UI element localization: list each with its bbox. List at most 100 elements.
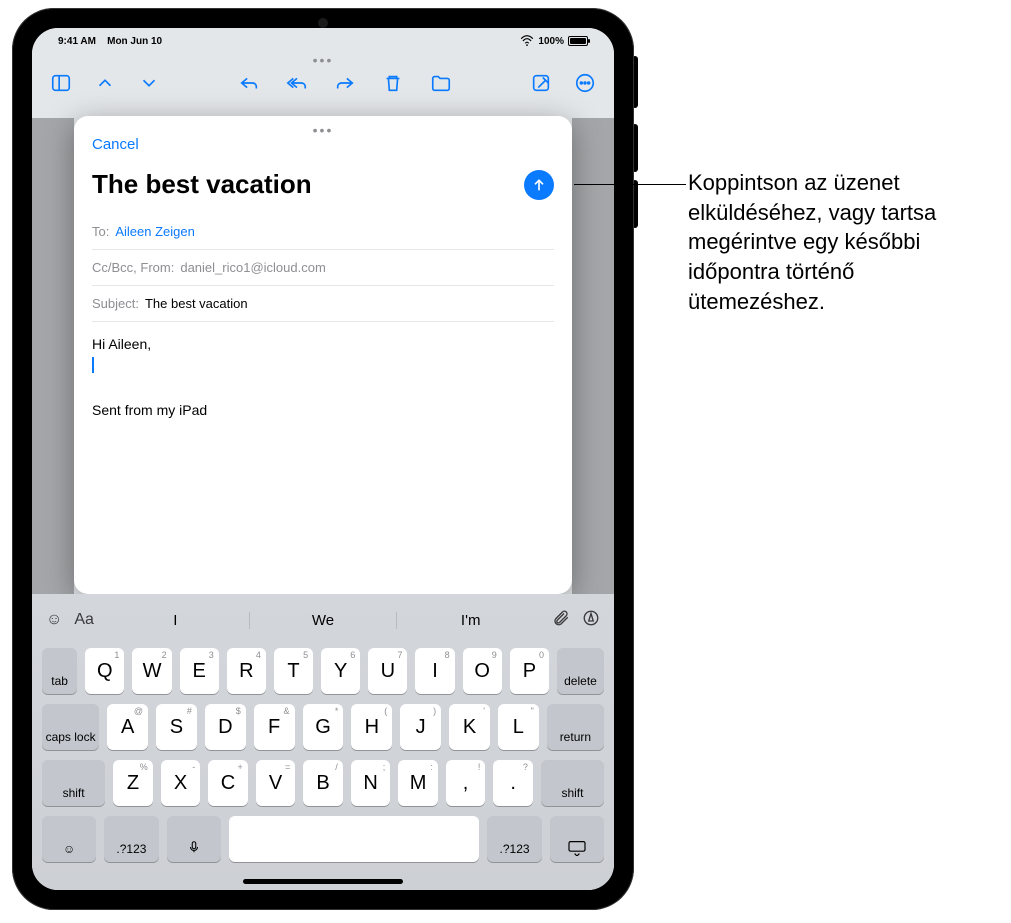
key-m[interactable]: M: bbox=[398, 760, 438, 806]
key-hide-keyboard-icon[interactable] bbox=[550, 816, 604, 862]
key-x[interactable]: X- bbox=[161, 760, 201, 806]
key-sub: 9 bbox=[492, 650, 497, 660]
ccbcc-label: Cc/Bcc, From: bbox=[92, 260, 174, 275]
to-recipient[interactable]: Aileen Zeigen bbox=[115, 224, 195, 239]
key-r[interactable]: R4 bbox=[227, 648, 266, 694]
key-caps-lock[interactable]: caps lock bbox=[42, 704, 99, 750]
modal-dim-right bbox=[572, 118, 614, 594]
text-cursor bbox=[92, 357, 94, 373]
key-sub: 4 bbox=[256, 650, 261, 660]
emoji-picker-icon[interactable]: ☺︎ bbox=[46, 611, 62, 629]
mail-toolbar bbox=[32, 64, 614, 102]
compose-new-icon[interactable] bbox=[530, 72, 552, 94]
front-camera bbox=[318, 18, 328, 28]
key-.[interactable]: .? bbox=[493, 760, 533, 806]
key-sub: + bbox=[238, 762, 243, 772]
next-message-icon[interactable] bbox=[138, 72, 160, 94]
key-h[interactable]: H( bbox=[351, 704, 392, 750]
compose-sheet: ••• Cancel The best vacation To: Aileen … bbox=[74, 116, 572, 594]
key-row-3: shift Z%X-C+V=B/N;M:,!.? shift bbox=[38, 760, 608, 806]
cancel-button[interactable]: Cancel bbox=[92, 136, 554, 153]
key-j[interactable]: J) bbox=[400, 704, 441, 750]
key-numsym-right[interactable]: .?123 bbox=[487, 816, 541, 862]
send-button[interactable] bbox=[524, 170, 554, 200]
key-return[interactable]: return bbox=[547, 704, 604, 750]
key-,[interactable]: ,! bbox=[446, 760, 486, 806]
key-p[interactable]: P0 bbox=[510, 648, 549, 694]
key-q[interactable]: Q1 bbox=[85, 648, 124, 694]
key-w[interactable]: W2 bbox=[132, 648, 171, 694]
suggestion-2[interactable]: We bbox=[250, 612, 398, 629]
home-indicator[interactable] bbox=[243, 879, 403, 884]
key-t[interactable]: T5 bbox=[274, 648, 313, 694]
key-row-2: caps lock A@S#D$F&G*H(J)K'L" return bbox=[38, 704, 608, 750]
key-l[interactable]: L" bbox=[498, 704, 539, 750]
key-u[interactable]: U7 bbox=[368, 648, 407, 694]
battery-percent: 100% bbox=[538, 36, 564, 47]
subject-field-row[interactable]: Subject: The best vacation bbox=[92, 286, 554, 322]
key-sub: 5 bbox=[303, 650, 308, 660]
body-greeting: Hi Aileen, bbox=[92, 334, 554, 355]
key-z[interactable]: Z% bbox=[113, 760, 153, 806]
more-actions-icon[interactable] bbox=[574, 72, 596, 94]
key-k[interactable]: K' bbox=[449, 704, 490, 750]
ccbcc-field-row[interactable]: Cc/Bcc, From: daniel_rico1@icloud.com bbox=[92, 250, 554, 286]
format-text-button[interactable]: Aa bbox=[74, 611, 94, 629]
key-y[interactable]: Y6 bbox=[321, 648, 360, 694]
message-body[interactable]: Hi Aileen, Sent from my iPad bbox=[92, 322, 554, 582]
key-c[interactable]: C+ bbox=[208, 760, 248, 806]
key-a[interactable]: A@ bbox=[107, 704, 148, 750]
compose-title: The best vacation bbox=[92, 169, 312, 200]
callout-text: Koppintson az üzenet elküldéséhez, vagy … bbox=[688, 168, 988, 316]
key-i[interactable]: I8 bbox=[415, 648, 454, 694]
trash-icon[interactable] bbox=[382, 72, 404, 94]
key-sub: # bbox=[187, 706, 192, 716]
sidebar-toggle-icon[interactable] bbox=[50, 72, 72, 94]
key-shift-left[interactable]: shift bbox=[42, 760, 105, 806]
key-sub: & bbox=[284, 706, 290, 716]
key-sub: 0 bbox=[539, 650, 544, 660]
forward-icon[interactable] bbox=[334, 72, 356, 94]
reply-icon[interactable] bbox=[238, 72, 260, 94]
prev-message-icon[interactable] bbox=[94, 72, 116, 94]
subject-label: Subject: bbox=[92, 296, 139, 311]
key-sub: $ bbox=[236, 706, 241, 716]
attach-icon[interactable] bbox=[552, 609, 570, 632]
key-row-1: tab Q1W2E3R4T5Y6U7I8O9P0 delete bbox=[38, 648, 608, 694]
key-sub: ( bbox=[384, 706, 387, 716]
key-n[interactable]: N; bbox=[351, 760, 391, 806]
multitask-dots-icon[interactable]: ••• bbox=[313, 52, 334, 68]
key-shift-right[interactable]: shift bbox=[541, 760, 604, 806]
from-address: daniel_rico1@icloud.com bbox=[180, 260, 325, 275]
status-time: 9:41 AM bbox=[58, 36, 96, 47]
key-sub: 8 bbox=[445, 650, 450, 660]
key-g[interactable]: G* bbox=[303, 704, 344, 750]
key-d[interactable]: D$ bbox=[205, 704, 246, 750]
key-b[interactable]: B/ bbox=[303, 760, 343, 806]
key-o[interactable]: O9 bbox=[463, 648, 502, 694]
compose-more-icon[interactable]: ••• bbox=[313, 122, 334, 138]
key-sub: 6 bbox=[350, 650, 355, 660]
key-v[interactable]: V= bbox=[256, 760, 296, 806]
suggestion-3[interactable]: I'm bbox=[397, 612, 544, 629]
move-folder-icon[interactable] bbox=[430, 72, 452, 94]
markup-icon[interactable] bbox=[582, 609, 600, 632]
to-field-row[interactable]: To: Aileen Zeigen bbox=[92, 214, 554, 250]
key-sub: ; bbox=[383, 762, 386, 772]
key-f[interactable]: F& bbox=[254, 704, 295, 750]
on-screen-keyboard: ☺︎ Aa I We I'm tab bbox=[32, 594, 614, 890]
key-space[interactable] bbox=[229, 816, 480, 862]
callout-leader-line bbox=[574, 184, 686, 185]
key-sub: 7 bbox=[397, 650, 402, 660]
key-numsym-left[interactable]: .?123 bbox=[104, 816, 158, 862]
suggestion-1[interactable]: I bbox=[102, 612, 250, 629]
key-emoji[interactable]: ☺︎ bbox=[42, 816, 96, 862]
key-s[interactable]: S# bbox=[156, 704, 197, 750]
key-e[interactable]: E3 bbox=[180, 648, 219, 694]
key-dictate-icon[interactable] bbox=[167, 816, 221, 862]
status-date: Mon Jun 10 bbox=[107, 36, 162, 47]
key-delete[interactable]: delete bbox=[557, 648, 604, 694]
key-sub: = bbox=[285, 762, 290, 772]
reply-all-icon[interactable] bbox=[286, 72, 308, 94]
key-tab[interactable]: tab bbox=[42, 648, 77, 694]
